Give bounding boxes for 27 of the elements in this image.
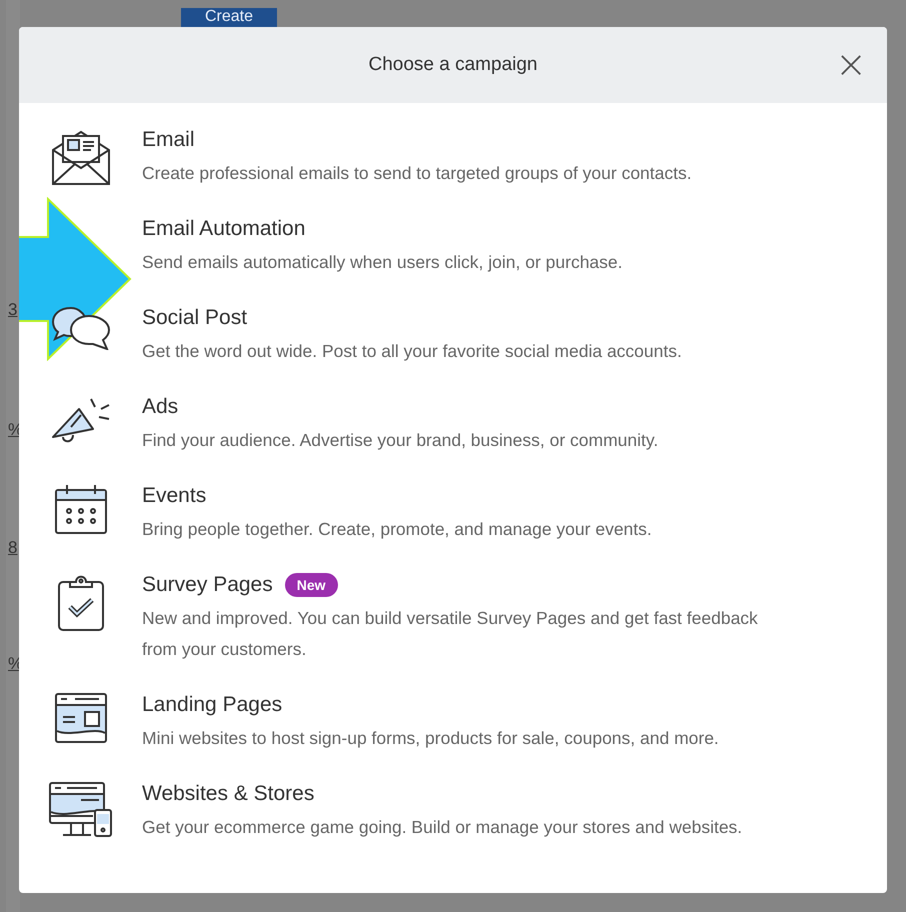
campaign-title[interactable]: Websites & Stores xyxy=(142,782,314,806)
desktop-and-phone-icon xyxy=(48,782,112,840)
campaign-description: Get the word out wide. Post to all your favorite social media accounts. xyxy=(142,340,683,363)
envelope-icon xyxy=(50,128,110,186)
campaign-title[interactable]: Social Post xyxy=(142,306,248,330)
campaign-title[interactable]: Ads xyxy=(142,395,178,419)
campaign-description: Get your ecommerce game going. Build or manage your stores and websites. xyxy=(142,816,744,839)
close-button[interactable]: × xyxy=(835,49,867,79)
dialog-title: Choose a campaign xyxy=(368,54,538,76)
clipboard-check-icon xyxy=(58,573,104,631)
campaign-title[interactable]: Email Automation xyxy=(142,217,306,241)
background-text: 8 xyxy=(8,538,18,558)
web-page-icon xyxy=(54,693,106,743)
campaign-description: Find your audience. Advertise your brand, business, or community. xyxy=(142,429,660,452)
campaign-description: New and improved. You can build versatile Survey Pages and get fast feedback from your customers. xyxy=(142,607,759,661)
campaign-title[interactable]: Email xyxy=(142,128,195,152)
campaign-description: Bring people together. Create, promote, and manage your events. xyxy=(142,518,653,541)
campaign-title[interactable]: Events xyxy=(142,484,206,508)
chat-bubbles-icon xyxy=(50,306,110,350)
campaign-description: Mini websites to host sign-up forms, products for sale, coupons, and more. xyxy=(142,727,720,750)
campaign-title[interactable]: Survey Pages xyxy=(142,573,273,597)
campaign-description: Create professional emails to send to targeted groups of your contacts. xyxy=(142,162,693,185)
new-badge: New xyxy=(284,573,338,597)
campaign-description: Send emails automatically when users click, join, or purchase. xyxy=(142,251,624,274)
calendar-icon xyxy=(54,484,106,534)
campaign-title[interactable]: Landing Pages xyxy=(142,693,282,717)
background-text: 3 xyxy=(8,300,18,320)
